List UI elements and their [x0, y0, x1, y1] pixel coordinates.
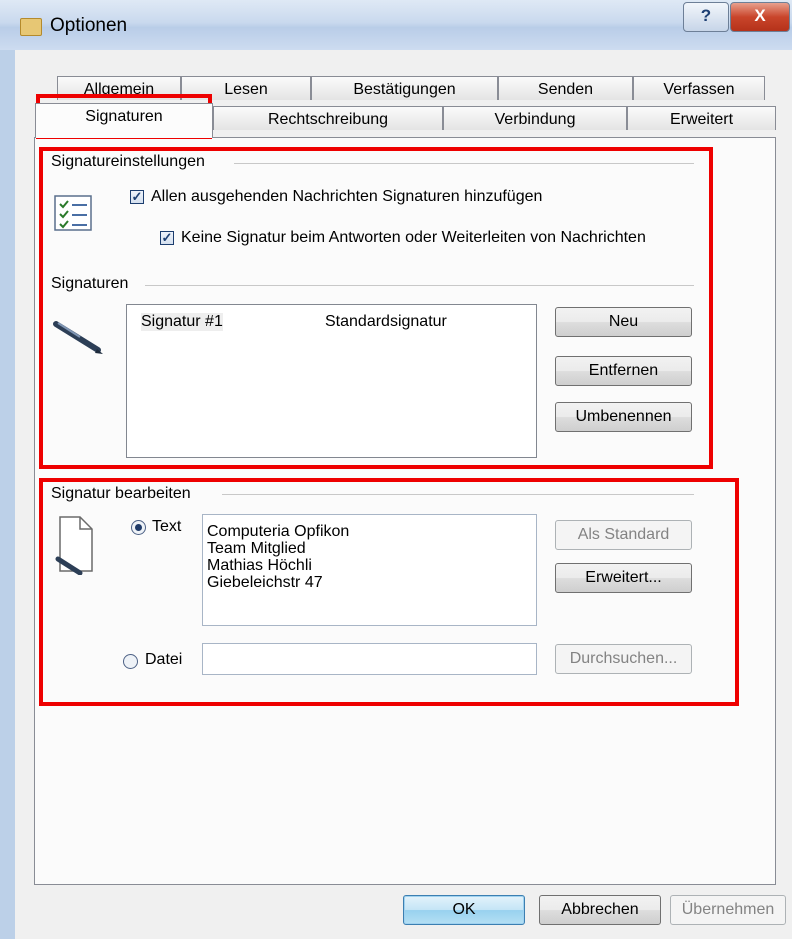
- tab-erweitert[interactable]: Erweitert: [627, 106, 776, 130]
- tab-verfassen[interactable]: Verfassen: [633, 76, 765, 100]
- tab-rechtschreibung[interactable]: Rechtschreibung: [213, 106, 443, 130]
- window-frame-edge: [0, 50, 15, 939]
- tab-senden[interactable]: Senden: [498, 76, 633, 100]
- ok-button[interactable]: OK: [403, 895, 525, 925]
- apply-button[interactable]: Übernehmen: [670, 895, 786, 925]
- tab-signaturen[interactable]: Signaturen: [35, 103, 213, 138]
- help-button[interactable]: ?: [683, 2, 729, 32]
- cancel-button[interactable]: Abbrechen: [539, 895, 661, 925]
- close-button[interactable]: X: [730, 2, 790, 32]
- title-bar: Optionen ? X: [0, 0, 792, 51]
- highlight-box-edit: [39, 478, 739, 706]
- window-title: Optionen: [50, 15, 128, 36]
- envelope-icon: [20, 18, 42, 36]
- tab-verbindung[interactable]: Verbindung: [443, 106, 627, 130]
- tab-bestaetigungen[interactable]: Bestätigungen: [311, 76, 498, 100]
- highlight-box-settings: [39, 147, 713, 469]
